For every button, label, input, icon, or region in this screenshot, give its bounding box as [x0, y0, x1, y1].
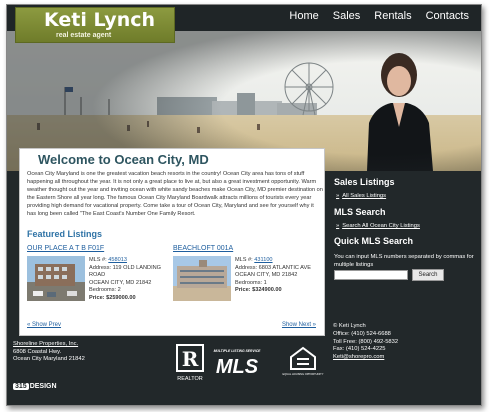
arrow-icon: »	[336, 193, 340, 199]
mls-number-input[interactable]	[334, 270, 408, 280]
listing-card: BEACHLOFT 001A MLS #: 431100 Address: 68…	[173, 245, 315, 315]
main-nav: Home Sales Rentals Contacts	[289, 10, 469, 22]
listing-city: OCEAN CITY, MD 21842	[235, 272, 298, 279]
mls-logo-text: MLS	[216, 356, 259, 378]
equal-housing-label: EQUAL HOUSING OPPORTUNITY	[283, 372, 324, 376]
realtor-label: REALTOR	[177, 376, 202, 382]
page-title: Welcome to Ocean City, MD	[38, 152, 209, 167]
intro-text: Ocean City Maryland is one the greatest …	[27, 171, 323, 217]
listing-photo[interactable]	[27, 256, 85, 301]
all-sales-listings-link[interactable]: » All Sales Listings	[336, 193, 386, 199]
svg-text:R: R	[182, 347, 199, 371]
featured-heading: Featured Listings	[27, 229, 103, 239]
sales-listings-heading: Sales Listings	[334, 177, 395, 187]
mls-number-link[interactable]: 431100	[254, 257, 272, 263]
mls-logo: MULTIPLE LISTING SERVICE MLS	[214, 349, 262, 378]
email-link[interactable]: Keti@shorepro.com	[333, 354, 384, 360]
footer-contact: © Keti Lynch Office: (410) 524-6688 Toll…	[333, 323, 398, 362]
listing-card: OUR PLACE A T B F01F MLS #: 458013 Addre…	[27, 245, 169, 315]
copyright: © Keti Lynch	[333, 323, 366, 329]
brand-name: Keti Lynch	[44, 9, 156, 31]
footer-address: Shoreline Properties, Inc. 6808 Coastal …	[13, 341, 85, 364]
listing-bedrooms: Bedrooms: 2	[89, 287, 121, 294]
listing-bedrooms: Bedrooms: 1	[235, 279, 267, 286]
brand-tagline: real estate agent	[56, 32, 112, 39]
listing-details: MLS #: 431100 Address: 6803 ATLANTIC AVE…	[235, 257, 317, 295]
footer-logos: R REALTOR MULTIPLE LISTING SERVICE MLS E…	[176, 344, 324, 382]
equal-housing-logo: EQUAL HOUSING OPPORTUNITY	[283, 346, 324, 376]
quick-search-help: You can input MLS numbers separated by c…	[334, 254, 474, 268]
nav-rentals[interactable]: Rentals	[374, 10, 411, 22]
company-city: Ocean City Maryland 21842	[13, 356, 85, 363]
listing-photo[interactable]	[173, 256, 231, 301]
listing-details: MLS #: 458013 Address: 119 OLD LANDING R…	[89, 257, 171, 303]
search-all-listings-label: Search All Ocean City Listings	[342, 223, 420, 229]
fax-number: Fax: (410) 524-4225	[333, 346, 386, 353]
listing-city: OCEAN CITY, MD 21842	[89, 279, 152, 286]
nav-contacts[interactable]: Contacts	[426, 10, 469, 22]
mls-label: MLS #:	[235, 257, 253, 263]
listing-address: Address: 119 OLD LANDING ROAD	[89, 264, 162, 279]
realtor-logo: R REALTOR	[176, 344, 204, 382]
search-button[interactable]: Search	[412, 269, 444, 281]
company-link[interactable]: Shoreline Properties, Inc.	[13, 341, 78, 347]
mls-service-label: MULTIPLE LISTING SERVICE	[214, 349, 262, 353]
show-next-link[interactable]: Show Next »	[282, 322, 316, 328]
mls-label: MLS #:	[89, 257, 107, 263]
listing-price: Price: $324900.00	[235, 287, 282, 294]
company-street: 6808 Coastal Hwy.	[13, 348, 62, 355]
listing-price: Price: $259000.00	[89, 294, 136, 301]
search-all-listings-link[interactable]: » Search All Ocean City Listings	[336, 223, 420, 229]
toll-free-phone: Toll Free: (800) 492-5832	[333, 338, 399, 345]
all-sales-listings-label: All Sales Listings	[342, 193, 387, 199]
quick-mls-search-heading: Quick MLS Search	[334, 236, 414, 246]
show-prev-link[interactable]: « Show Prev	[27, 322, 61, 328]
mls-number-link[interactable]: 458013	[108, 257, 127, 263]
design-logo-box: 315	[13, 383, 29, 390]
listing-address: Address: 6803 ATLANTIC AVE	[235, 264, 311, 271]
mls-search-heading: MLS Search	[334, 207, 386, 217]
design-credit[interactable]: 315 DESIGN	[13, 383, 57, 390]
arrow-icon: »	[336, 223, 340, 229]
nav-home[interactable]: Home	[289, 10, 318, 22]
listing-title[interactable]: OUR PLACE A T B F01F	[27, 245, 104, 252]
site-logo[interactable]: Keti Lynch real estate agent	[15, 7, 175, 43]
design-label: DESIGN	[29, 383, 57, 390]
page-frame: Home Sales Rentals Contacts Keti Lynch r…	[6, 4, 482, 406]
office-phone: Office: (410) 524-6688	[333, 330, 391, 337]
listing-title[interactable]: BEACHLOFT 001A	[173, 245, 233, 252]
content-panel: Welcome to Ocean City, MD Ocean City Mar…	[19, 148, 325, 336]
nav-sales[interactable]: Sales	[333, 10, 361, 22]
